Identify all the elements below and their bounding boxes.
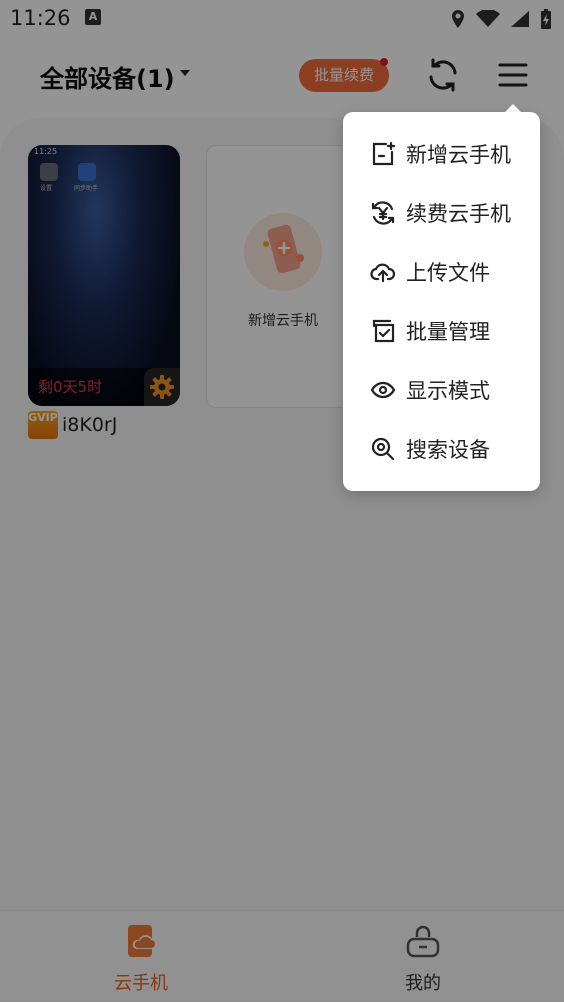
menu-item-search-device[interactable]: 搜索设备 bbox=[343, 419, 540, 478]
menu-item-label: 新增云手机 bbox=[406, 142, 511, 167]
batch-check-icon bbox=[370, 318, 396, 344]
menu-item-label: 续费云手机 bbox=[406, 201, 511, 226]
menu-item-upload[interactable]: 上传文件 bbox=[343, 242, 540, 301]
menu-item-label: 上传文件 bbox=[406, 260, 490, 285]
menu-item-renew[interactable]: 续费云手机 bbox=[343, 183, 540, 242]
search-device-icon bbox=[370, 436, 396, 462]
menu-item-display-mode[interactable]: 显示模式 bbox=[343, 360, 540, 419]
menu-item-batch-manage[interactable]: 批量管理 bbox=[343, 301, 540, 360]
menu-item-label: 显示模式 bbox=[406, 378, 490, 403]
add-phone-icon bbox=[370, 141, 396, 167]
menu-item-label: 搜索设备 bbox=[406, 437, 490, 462]
renew-yen-icon bbox=[370, 200, 396, 226]
menu-item-label: 批量管理 bbox=[406, 319, 490, 344]
eye-icon bbox=[370, 377, 396, 403]
popup-menu: 新增云手机 续费云手机 上传文件 批量管理 显示模式 搜索设备 bbox=[343, 112, 540, 491]
menu-item-add-phone[interactable]: 新增云手机 bbox=[343, 124, 540, 183]
cloud-upload-icon bbox=[370, 259, 396, 285]
